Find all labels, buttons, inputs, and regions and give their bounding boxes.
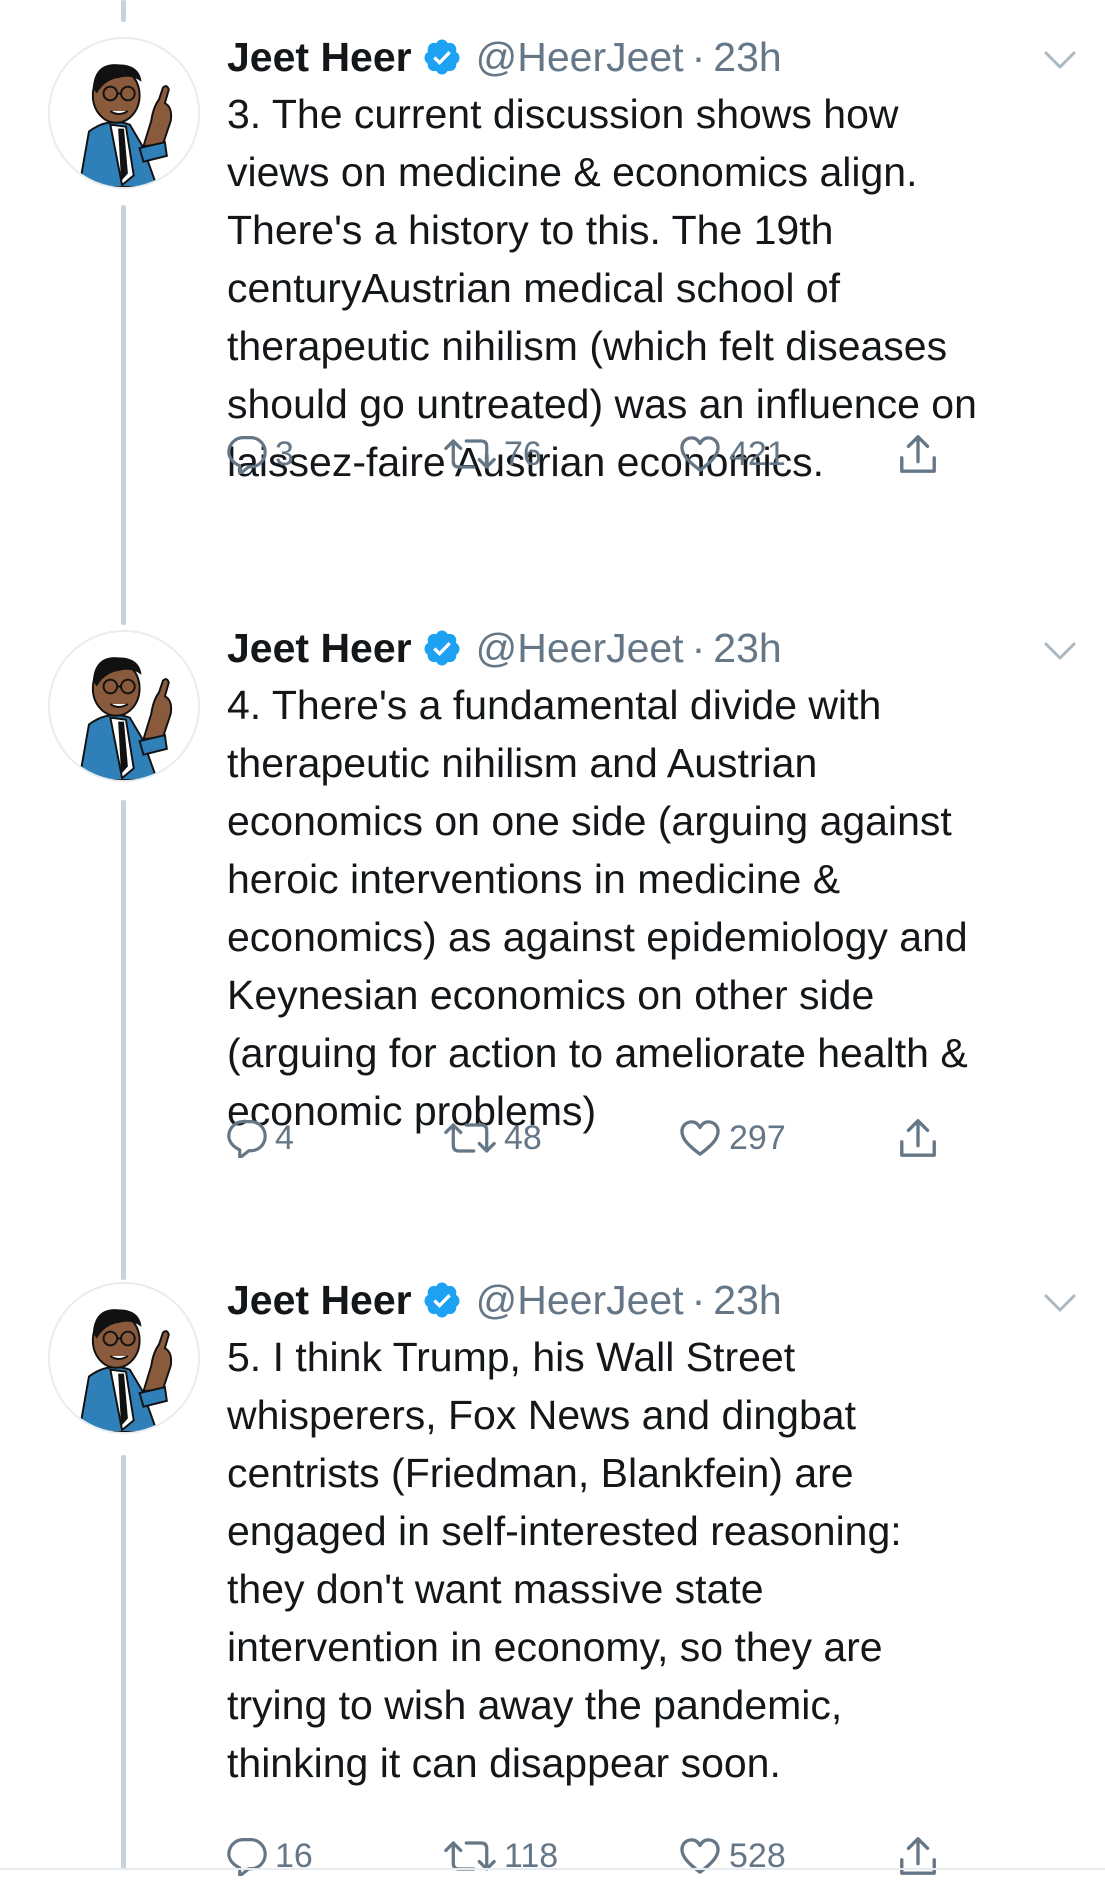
avatar[interactable]	[48, 37, 200, 189]
share-button[interactable]	[897, 1108, 939, 1168]
heart-icon	[679, 1119, 721, 1157]
avatar-image	[50, 39, 198, 187]
retweet-button[interactable]: 118	[444, 1826, 558, 1886]
tweet-3[interactable]: Jeet Heer @HeerJeet · 23h 3. The current…	[0, 27, 1105, 587]
reply-icon	[227, 434, 267, 474]
share-button[interactable]	[897, 424, 939, 484]
reply-button[interactable]: 16	[227, 1826, 313, 1886]
reply-count: 4	[275, 1118, 294, 1157]
avatar-image	[50, 1284, 198, 1432]
verified-badge-icon	[422, 628, 462, 668]
tweet-actions: 4 48 297	[227, 1108, 987, 1168]
verified-badge-icon	[422, 1280, 462, 1320]
timestamp[interactable]: 23h	[713, 34, 781, 81]
author-name[interactable]: Jeet Heer	[227, 34, 412, 81]
tweet-text: 4. There's a fundamental divide with the…	[227, 682, 968, 1134]
retweet-button[interactable]: 48	[444, 1108, 542, 1168]
chevron-down-icon[interactable]	[1040, 45, 1080, 75]
reply-icon	[227, 1118, 267, 1158]
like-button[interactable]: 297	[679, 1108, 786, 1168]
author-name[interactable]: Jeet Heer	[227, 625, 412, 672]
verified-badge-icon	[422, 37, 462, 77]
separator-dot: ·	[691, 624, 706, 671]
retweet-count: 76	[504, 434, 542, 473]
chevron-down-icon[interactable]	[1040, 636, 1080, 666]
separator-dot: ·	[691, 33, 706, 80]
share-icon	[897, 1835, 939, 1877]
retweet-icon	[444, 1119, 496, 1157]
tweet-5[interactable]: Jeet Heer @HeerJeet · 23h 5. I think Tru…	[0, 1270, 1105, 1870]
retweet-icon	[444, 435, 496, 473]
avatar[interactable]	[48, 1282, 200, 1434]
avatar[interactable]	[48, 630, 200, 782]
author-handle[interactable]: @HeerJeet	[476, 1277, 684, 1324]
tweet-header: Jeet Heer @HeerJeet · 23h	[227, 1270, 782, 1330]
timestamp[interactable]: 23h	[713, 625, 781, 672]
chevron-down-icon[interactable]	[1040, 1288, 1080, 1318]
tweet-header: Jeet Heer @HeerJeet · 23h	[227, 27, 782, 87]
author-handle[interactable]: @HeerJeet	[476, 34, 684, 81]
like-count: 421	[729, 434, 786, 473]
heart-icon	[679, 435, 721, 473]
timestamp[interactable]: 23h	[713, 1277, 781, 1324]
tweet-header: Jeet Heer @HeerJeet · 23h	[227, 618, 782, 678]
reply-count: 3	[275, 434, 294, 473]
share-icon	[897, 1117, 939, 1159]
reply-icon	[227, 1836, 267, 1876]
share-icon	[897, 433, 939, 475]
share-button[interactable]	[897, 1826, 939, 1886]
reply-button[interactable]: 3	[227, 424, 294, 484]
author-name[interactable]: Jeet Heer	[227, 1277, 412, 1324]
author-handle[interactable]: @HeerJeet	[476, 625, 684, 672]
separator-dot: ·	[691, 1276, 706, 1323]
reply-button[interactable]: 4	[227, 1108, 294, 1168]
thread-line-top	[121, 0, 126, 22]
tweet-actions: 3 76 421	[227, 424, 987, 484]
avatar-image	[50, 632, 198, 780]
retweet-button[interactable]: 76	[444, 424, 542, 484]
retweet-count: 48	[504, 1118, 542, 1157]
tweet-4[interactable]: Jeet Heer @HeerJeet · 23h 4. There's a f…	[0, 618, 1105, 1268]
like-button[interactable]: 421	[679, 424, 786, 484]
tweet-text: 5. I think Trump, his Wall Street whispe…	[227, 1334, 902, 1786]
like-button[interactable]: 528	[679, 1826, 786, 1886]
tweet-actions: 16 118 528	[227, 1826, 987, 1886]
like-count: 297	[729, 1118, 786, 1157]
